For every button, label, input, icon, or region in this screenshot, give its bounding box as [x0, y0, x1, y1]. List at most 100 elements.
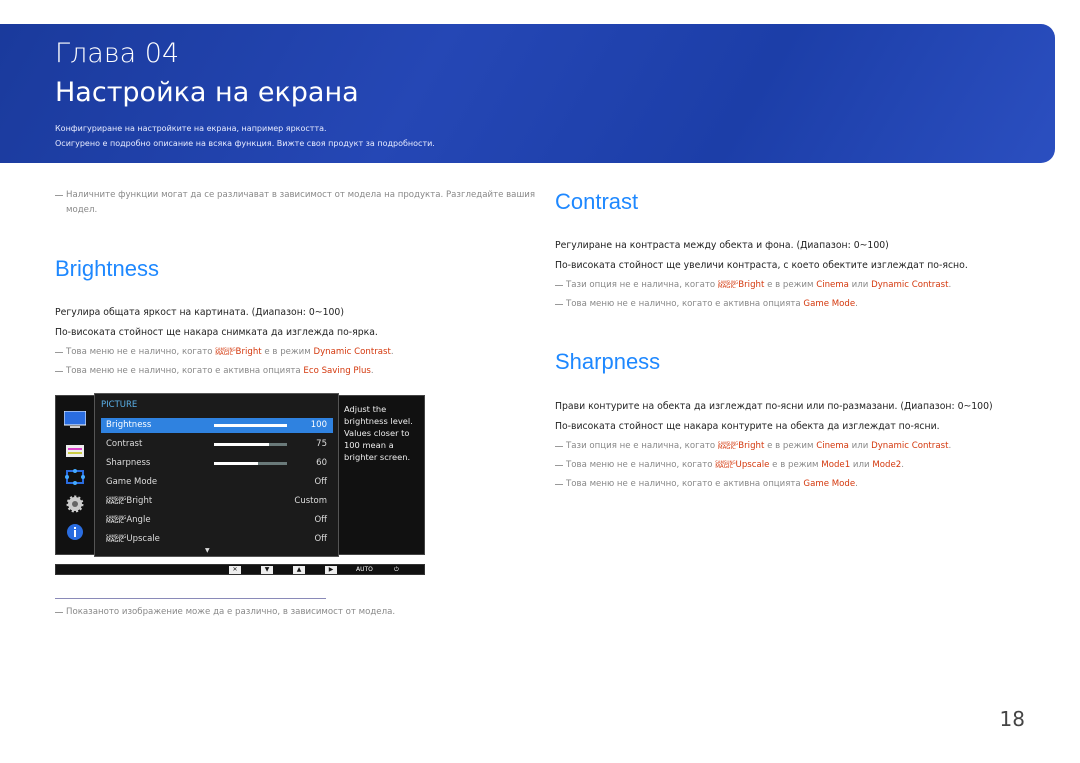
size-position-icon	[65, 469, 85, 485]
sharpness-note: Тази опция не е налична, когато SAMSUNG M…	[555, 441, 951, 451]
samsung-magic-logo: SAMSUNG MAGIC Upscale	[715, 460, 770, 470]
contrast-heading: Contrast	[555, 189, 639, 214]
highlight-term: Game Mode	[803, 299, 856, 309]
menu-item-sharpness[interactable]: Sharpness 60	[101, 456, 333, 471]
menu-item-value: 60	[316, 458, 327, 468]
banner-subtitle: Осигурено е подробно описание на всяка ф…	[55, 139, 435, 148]
contrast-desc: По-високата стойност ще увеличи контраст…	[555, 260, 968, 271]
sharpness-desc: По-високата стойност ще накара контурите…	[555, 421, 940, 432]
menu-item-contrast[interactable]: Contrast 75	[101, 437, 333, 452]
brightness-desc: Регулира общата яркост на картината. (Ди…	[55, 307, 344, 318]
note-text: Това меню не е налично, когато е активна…	[566, 479, 804, 489]
color-icon	[66, 445, 84, 457]
menu-item-angle[interactable]: SAMSUNG MAGIC Angle Off	[101, 513, 333, 528]
menu-item-brightness[interactable]: Brightness 100	[101, 418, 333, 433]
note-text: .	[370, 366, 374, 376]
menu-item-upscale[interactable]: SAMSUNG MAGIC Upscale Off	[101, 532, 333, 547]
gear-icon	[66, 495, 84, 513]
highlight-term: Mode1	[821, 460, 851, 470]
highlight-term: Mode2	[872, 460, 902, 470]
down-key-icon: ▼	[261, 566, 273, 574]
menu-item-label: Sharpness	[106, 458, 151, 468]
highlight-term: Dynamic Contrast	[871, 441, 949, 451]
note-text: .	[855, 479, 858, 489]
note-text: Това меню не е налично, когато	[66, 347, 216, 357]
intro-note-cont: модел.	[66, 205, 98, 215]
page-title: Настройка на екрана	[55, 77, 359, 108]
note-text: .	[948, 280, 952, 290]
brightness-desc: По-високата стойност ще накара снимката …	[55, 327, 378, 338]
monitor-icon	[64, 411, 86, 428]
help-text: Adjust the brightness level. Values clos…	[344, 404, 413, 462]
intro-note: Наличните функции могат да се различават…	[55, 190, 535, 200]
info-icon	[67, 524, 83, 540]
note-text: .	[901, 460, 904, 470]
samsung-magic-logo: SAMSUNG MAGIC Upscale	[106, 534, 160, 544]
scroll-down-icon: ▼	[205, 547, 210, 554]
banner-subtitle: Конфигуриране на настройките на екрана, …	[55, 124, 327, 133]
contrast-note: Тази опция не е налична, когато SAMSUNG M…	[555, 280, 951, 290]
note-text: .	[855, 299, 858, 309]
footnote: Показаното изображение може да е различн…	[55, 607, 395, 617]
highlight-term: Dynamic Contrast	[871, 280, 949, 290]
samsung-magic-logo: SAMSUNG MAGIC Bright	[717, 280, 765, 290]
page-number: 18	[999, 707, 1025, 731]
samsung-magic-logo: SAMSUNG MAGIC Bright	[717, 441, 765, 451]
highlight-term: Eco Saving Plus	[303, 366, 371, 376]
contrast-desc: Регулиране на контраста между обекта и ф…	[555, 240, 889, 251]
note-text: Това меню не е налично, когато е активна…	[66, 366, 304, 376]
contrast-note: Това меню не е налично, когато е активна…	[555, 299, 858, 309]
menu-item-value: Off	[314, 477, 327, 487]
note-text: или	[850, 460, 873, 470]
brightness-heading: Brightness	[55, 256, 159, 281]
menu-item-value: 75	[316, 439, 327, 449]
menu-item-game-mode[interactable]: Game Mode Off	[101, 475, 333, 490]
level-bar	[214, 462, 287, 465]
chapter-label: Глава 04	[55, 38, 180, 69]
samsung-magic-logo: SAMSUNG MAGIC Angle	[106, 515, 151, 525]
power-key-icon: ⏻	[394, 566, 399, 573]
menu-item-value: Custom	[294, 496, 327, 506]
brightness-note: Това меню не е налично, когато е активна…	[55, 366, 374, 376]
menu-item-bright[interactable]: SAMSUNG MAGIC Bright Custom	[101, 494, 333, 509]
menu-item-value: Off	[314, 534, 327, 544]
menu-title: PICTURE	[101, 400, 138, 410]
samsung-magic-logo: SAMSUNG MAGIC Bright	[106, 496, 153, 506]
note-text: Тази опция не е налична, когато	[566, 441, 718, 451]
highlight-term: Game Mode	[803, 479, 856, 489]
sharpness-note: Това меню не е налично, когато е активна…	[555, 479, 858, 489]
highlight-term: Dynamic Contrast	[313, 347, 391, 357]
level-bar	[214, 424, 287, 427]
note-text: е в режим	[769, 460, 822, 470]
menu-item-label: Game Mode	[106, 477, 158, 487]
note-text: Това меню не е налично, когато е активна…	[566, 299, 804, 309]
note-text: е в режим	[261, 347, 314, 357]
note-text: е в режим	[764, 441, 817, 451]
chapter-banner: Глава 04 Настройка на екрана Конфигурира…	[0, 24, 1055, 163]
button-guide: ✕ ▼ ▲ ▶ AUTO ⏻	[55, 564, 425, 575]
level-bar	[214, 443, 287, 446]
note-text: .	[390, 347, 394, 357]
enter-key-icon: ▶	[325, 566, 337, 574]
osd-menu-illustration: PICTURE Brightness 100 Contrast 75 Sharpness…	[55, 393, 425, 557]
brightness-note: Това меню не е налично, когато SAMSUNG MA…	[55, 347, 394, 357]
note-text: е в режим	[764, 280, 817, 290]
samsung-magic-logo: SAMSUNG MAGIC Bright	[215, 347, 262, 357]
menu-item-value: Off	[314, 515, 327, 525]
highlight-term: Cinema	[816, 280, 849, 290]
note-text: .	[948, 441, 952, 451]
auto-key-icon: AUTO	[356, 566, 373, 573]
menu-item-label: Brightness	[106, 420, 152, 430]
highlight-term: Cinema	[816, 441, 849, 451]
note-text: Тази опция не е налична, когато	[566, 280, 718, 290]
note-text: или	[848, 280, 872, 290]
menu-item-value: 100	[310, 420, 327, 430]
sharpness-desc: Прави контурите на обекта да изглеждат п…	[555, 401, 993, 412]
up-key-icon: ▲	[293, 566, 305, 574]
note-text: или	[848, 441, 872, 451]
picture-menu: PICTURE Brightness 100 Contrast 75 Sharpness…	[94, 393, 339, 557]
menu-item-label: Contrast	[106, 439, 143, 449]
divider	[55, 598, 326, 599]
note-text: Това меню не е налично, когато	[566, 460, 716, 470]
sharpness-heading: Sharpness	[555, 349, 661, 374]
